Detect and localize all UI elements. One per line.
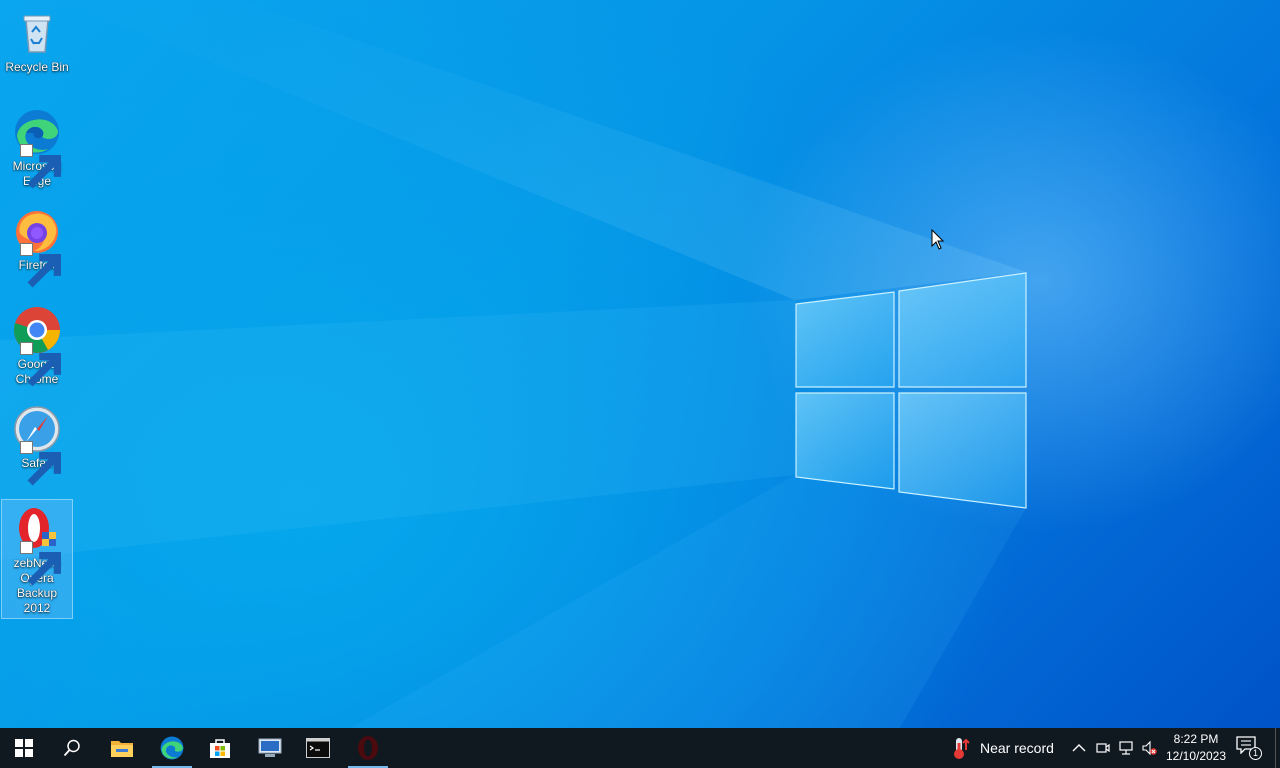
desktop-icon-edge[interactable]: Microsoft Edge <box>2 103 72 191</box>
weather-widget[interactable]: Near record <box>950 728 1054 768</box>
network-icon[interactable] <box>1118 740 1134 756</box>
system-clock[interactable]: 8:22 PM 12/10/2023 <box>1162 731 1230 765</box>
desktop-icon-label: Recycle Bin <box>5 60 69 74</box>
start-button[interactable] <box>0 728 48 768</box>
action-center-button[interactable]: 1 <box>1236 736 1262 760</box>
taskbar-opera[interactable] <box>344 728 392 768</box>
desktop[interactable]: Recycle Bin Microsoft Edge Firefox Googl… <box>0 0 1280 728</box>
shortcut-arrow-icon <box>20 441 62 486</box>
notification-count-badge: 1 <box>1249 747 1262 760</box>
chevron-up-icon[interactable] <box>1071 740 1087 756</box>
show-desktop-button[interactable] <box>1275 728 1280 768</box>
opera-backup-icon <box>12 504 62 586</box>
recycle-bin-icon <box>12 8 62 58</box>
shortcut-arrow-icon <box>20 144 62 189</box>
taskbar-remote-desktop[interactable] <box>246 728 294 768</box>
clock-time: 8:22 PM <box>1173 732 1219 746</box>
chrome-icon <box>12 305 62 387</box>
desktop-icon-opera-backup[interactable]: zebNet® Opera Backup 2012 <box>1 499 73 619</box>
weather-text: Near record <box>980 740 1054 756</box>
taskbar: Near record 8:22 PM 12/10/2023 1 <box>0 728 1280 768</box>
shortcut-arrow-icon <box>20 342 62 387</box>
edge-icon <box>12 107 62 189</box>
taskbar-microsoft-store[interactable] <box>196 728 244 768</box>
desktop-icon-safari[interactable]: Safari <box>2 400 72 486</box>
shortcut-arrow-icon <box>20 243 62 288</box>
search-button[interactable] <box>48 728 96 768</box>
windows-wallpaper <box>0 0 1027 728</box>
meet-now-icon[interactable] <box>1095 740 1111 756</box>
clock-date: 12/10/2023 <box>1165 749 1227 763</box>
store-icon <box>210 739 230 758</box>
safari-icon <box>12 404 62 486</box>
search-icon <box>63 739 80 757</box>
folder-icon <box>111 741 133 757</box>
desktop-icon-chrome[interactable]: Google Chrome <box>2 301 72 389</box>
firefox-icon <box>12 206 62 288</box>
mouse-cursor-icon <box>931 229 945 250</box>
volume-muted-icon[interactable] <box>1141 740 1157 756</box>
remote-desktop-icon <box>258 738 282 757</box>
desktop-icon-firefox[interactable]: Firefox <box>2 202 72 288</box>
desktop-icon-recycle-bin[interactable]: Recycle Bin <box>2 4 72 77</box>
taskbar-file-explorer[interactable] <box>98 728 146 768</box>
thermometer-icon <box>954 738 970 759</box>
taskbar-edge[interactable] <box>148 728 196 768</box>
opera-icon <box>358 736 378 760</box>
edge-icon <box>160 736 184 760</box>
terminal-icon <box>306 738 330 758</box>
taskbar-terminal[interactable] <box>294 728 342 768</box>
windows-logo-icon <box>15 739 33 757</box>
shortcut-arrow-icon <box>20 541 62 586</box>
